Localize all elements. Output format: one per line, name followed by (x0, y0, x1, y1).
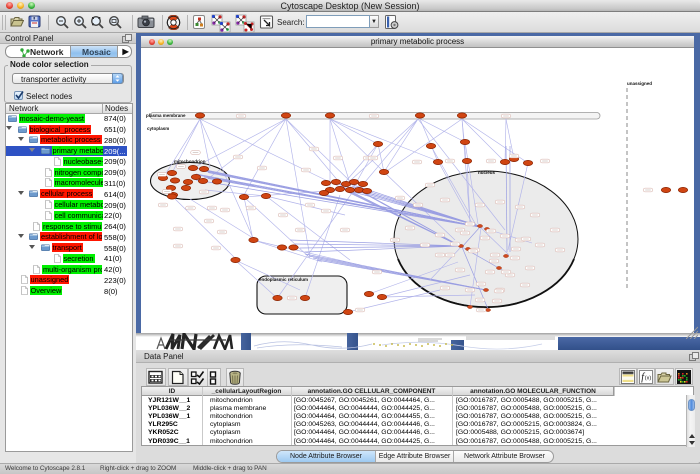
svg-text:nucleus: nucleus (478, 170, 496, 175)
svg-text:endoplasmic reticulum: endoplasmic reticulum (259, 277, 308, 282)
svg-text:unassigned: unassigned (627, 81, 652, 86)
svg-text:plasma membrane: plasma membrane (146, 113, 186, 118)
svg-text:(x): (x) (645, 376, 652, 382)
svg-text:cytoplasm: cytoplasm (147, 126, 169, 131)
svg-text:mitochondrion: mitochondrion (174, 159, 206, 164)
